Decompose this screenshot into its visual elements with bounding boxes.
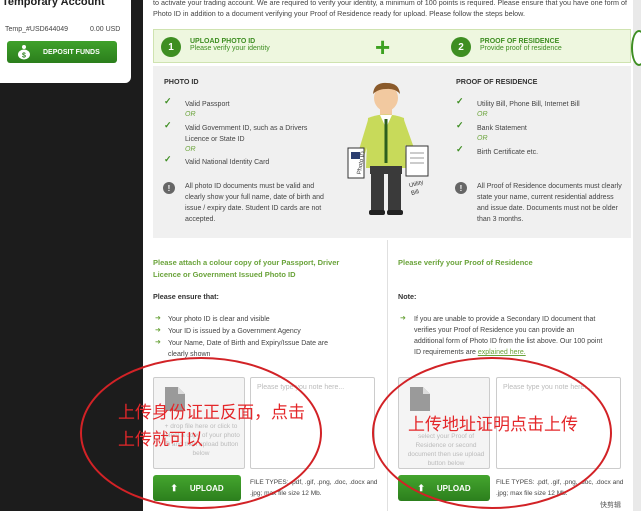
- step-1-number: 1: [161, 37, 181, 57]
- residence-note: All Proof of Residence documents must cl…: [477, 183, 622, 223]
- residence-item: Utility Bill, Phone Bill, Internet Bill: [477, 101, 580, 108]
- bullet-arrow-icon: ➜: [155, 315, 161, 322]
- residence-item: Birth Certificate etc.: [477, 149, 539, 156]
- residence-heading: PROOF OF RESIDENCE: [456, 77, 538, 86]
- ensure-label: Please ensure that:: [153, 292, 219, 301]
- photo-id-item: Valid National Identity Card: [185, 159, 270, 166]
- check-icon: ✓: [456, 120, 464, 130]
- step-3-indicator: [631, 30, 641, 66]
- step-1-subtitle: Please verify your identity: [190, 45, 270, 52]
- money-bag-icon: $: [18, 45, 30, 60]
- person-illustration: [347, 82, 429, 215]
- step-2-title: PROOF OF RESIDENCE: [480, 38, 560, 45]
- check-icon: ✓: [164, 154, 172, 164]
- note-label: Note:: [398, 292, 417, 301]
- svg-text:$: $: [22, 53, 26, 60]
- annotation-text-left: 上传身份证正反面，点击上传就可以: [118, 403, 305, 449]
- account-id: Temp_#USD644049: [5, 26, 69, 33]
- scroll-edge: [633, 0, 641, 511]
- check-icon: ✓: [456, 96, 464, 106]
- ensure-bullet: Your photo ID is clear and visible: [168, 316, 270, 323]
- photo-id-item: Valid Government ID, such as a Drivers L…: [185, 125, 308, 143]
- residence-note-text: If you are unable to provide a Secondary…: [414, 314, 604, 358]
- plus-icon: +: [375, 32, 391, 62]
- or-label: OR: [477, 111, 488, 118]
- right-upload-heading: Please verify your Proof of Residence: [398, 258, 533, 267]
- bullet-arrow-icon: ➜: [400, 315, 406, 322]
- photo-id-note: All photo ID documents must be valid and…: [185, 183, 324, 223]
- annotation-text-right: 上传地址证明点击上传: [408, 415, 578, 434]
- explained-here-link[interactable]: explained here.: [478, 349, 526, 356]
- photo-id-item: Valid Passport: [185, 101, 230, 108]
- check-icon: ✓: [164, 120, 172, 130]
- account-card: Temporary Account Temp_#USD644049 0.00 U…: [0, 0, 131, 83]
- step-2-subtitle: Provide proof of residence: [480, 45, 562, 52]
- intro-text: to activate your trading account. We are…: [153, 0, 627, 18]
- left-upload-heading: Please attach a colour copy of your Pass…: [153, 258, 340, 279]
- deposit-funds-label: DEPOSIT FUNDS: [43, 48, 100, 56]
- check-icon: ✓: [164, 96, 172, 106]
- step-1-title: UPLOAD PHOTO ID: [190, 38, 256, 45]
- or-label: OR: [185, 146, 196, 153]
- ensure-bullet: Your ID is issued by a Government Agency: [168, 328, 301, 335]
- bullet-arrow-icon: ➜: [155, 339, 161, 346]
- warning-icon: !: [455, 182, 467, 194]
- account-balance: 0.00 USD: [90, 26, 121, 33]
- or-label: OR: [185, 111, 196, 118]
- photo-id-heading: PHOTO ID: [164, 77, 199, 86]
- step-2-number: 2: [451, 37, 471, 57]
- account-title: Temporary Account: [2, 0, 105, 8]
- check-icon: ✓: [456, 144, 464, 154]
- residence-item: Bank Statement: [477, 125, 527, 132]
- bullet-arrow-icon: ➜: [155, 327, 161, 334]
- deposit-funds-button[interactable]: $ DEPOSIT FUNDS: [7, 41, 117, 63]
- warning-icon: !: [163, 182, 175, 194]
- or-label: OR: [477, 135, 488, 142]
- watermark: 快剪辑: [600, 502, 621, 509]
